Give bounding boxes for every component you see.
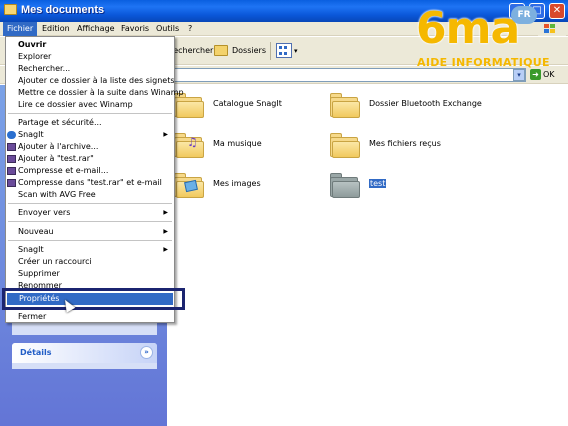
pictures-folder-icon	[173, 169, 205, 199]
menu-item-add-archive[interactable]: Ajouter à l'archive...	[6, 141, 174, 153]
folder-item[interactable]: Dossier Bluetooth Exchange	[329, 85, 529, 125]
toolbar-separator	[270, 42, 271, 60]
menu-outils[interactable]: Outils	[152, 22, 183, 36]
file-menu: Ouvrir Explorer Rechercher... Ajouter ce…	[5, 36, 184, 323]
folders-icon	[214, 45, 228, 56]
window-title: Mes documents	[21, 4, 105, 16]
submenu-arrow-icon: ▶	[163, 228, 168, 235]
menu-item-close[interactable]: Fermer	[6, 311, 174, 323]
submenu-arrow-icon: ▶	[163, 246, 168, 253]
menu-item-new[interactable]: Nouveau ▶	[6, 226, 174, 238]
folder-icon	[329, 89, 361, 119]
menu-separator	[8, 221, 172, 222]
winrar-icon	[7, 155, 16, 163]
folder-icon	[4, 4, 17, 15]
folder-icon	[329, 169, 361, 199]
menu-item-compress-email[interactable]: Compresse et e-mail...	[6, 165, 174, 177]
folder-icon	[329, 129, 361, 159]
menu-item-label: Envoyer vers	[18, 208, 71, 217]
menu-item-play-winamp[interactable]: Lire ce dossier avec Winamp	[6, 99, 174, 111]
menu-item-compress-test-email[interactable]: Compresse dans "test.rar" et e-mail	[6, 177, 174, 189]
folder-item-selected[interactable]: test	[329, 165, 449, 205]
menu-item-send-to[interactable]: Envoyer vers ▶	[6, 207, 174, 219]
winrar-icon	[7, 143, 16, 151]
folder-label: Ma musique	[213, 139, 262, 148]
chevron-down-icon: ▾	[294, 47, 298, 55]
menu-item-sharing[interactable]: Partage et sécurité...	[6, 117, 174, 129]
folder-item[interactable]: Catalogue SnagIt	[173, 85, 323, 125]
menu-item-snagit[interactable]: SnagIt ▶	[6, 129, 174, 141]
watermark-badge: FR	[511, 6, 537, 24]
file-view: Catalogue SnagIt Dossier Bluetooth Excha…	[167, 85, 568, 426]
menu-fichier[interactable]: Fichier	[3, 22, 38, 36]
folders-button[interactable]: Dossiers	[214, 42, 266, 60]
menu-separator	[8, 240, 172, 241]
watermark-logo-text: 6ma	[416, 3, 520, 54]
watermark-tagline: AIDE INFORMATIQUE	[417, 56, 550, 69]
menu-item-add-test-rar[interactable]: Ajouter à "test.rar"	[6, 153, 174, 165]
music-folder-icon: ♫	[173, 129, 205, 159]
winrar-icon	[7, 179, 16, 187]
submenu-arrow-icon: ▶	[163, 131, 168, 138]
details-header[interactable]: Détails »	[12, 343, 157, 363]
details-panel: Détails »	[12, 343, 157, 369]
folder-item[interactable]: Mes fichiers reçus	[329, 125, 529, 165]
watermark-logo: 6ma FR AIDE INFORMATIQUE	[413, 6, 563, 76]
submenu-arrow-icon: ▶	[163, 209, 168, 216]
menu-help[interactable]: ?	[184, 22, 196, 36]
menu-separator	[8, 113, 172, 114]
menu-item-label: Compresse et e-mail...	[18, 166, 109, 175]
details-label: Détails	[20, 348, 52, 357]
folder-item[interactable]: Mes images	[173, 165, 323, 205]
folder-label: Catalogue SnagIt	[213, 99, 282, 108]
folder-label: test	[369, 179, 387, 188]
folder-label: Dossier Bluetooth Exchange	[369, 99, 482, 108]
menu-item-search[interactable]: Rechercher...	[6, 63, 174, 75]
menu-item-open[interactable]: Ouvrir	[6, 39, 174, 51]
folder-label: Mes images	[213, 179, 261, 188]
menu-item-snagit-2[interactable]: SnagIt ▶	[6, 244, 174, 256]
menu-item-label: Ajouter à l'archive...	[18, 142, 99, 151]
menu-separator	[8, 203, 172, 204]
folder-label: Mes fichiers reçus	[369, 139, 441, 148]
menu-item-delete[interactable]: Supprimer	[6, 268, 174, 280]
menu-item-label: SnagIt	[18, 245, 44, 254]
menu-affichage[interactable]: Affichage	[73, 22, 119, 36]
menu-item-label: Ajouter à "test.rar"	[18, 154, 94, 163]
highlight-box	[2, 288, 185, 310]
winrar-icon	[7, 167, 16, 175]
chevron-down-icon[interactable]: »	[140, 346, 153, 359]
snagit-icon	[7, 131, 16, 139]
menu-item-label: Nouveau	[18, 227, 54, 236]
menu-item-add-bookmarks[interactable]: Ajouter ce dossier à la liste des signet…	[6, 75, 175, 87]
folders-label: Dossiers	[232, 46, 266, 55]
menu-edition[interactable]: Edition	[38, 22, 74, 36]
menu-item-explore[interactable]: Explorer	[6, 51, 174, 63]
menu-item-scan-avg[interactable]: Scan with AVG Free	[6, 189, 174, 201]
views-icon	[276, 43, 292, 58]
menu-item-label: SnagIt	[18, 130, 44, 139]
menu-item-create-shortcut[interactable]: Créer un raccourci	[6, 256, 174, 268]
views-button[interactable]: ▾	[275, 42, 301, 60]
menu-item-label: Compresse dans "test.rar" et e-mail	[18, 178, 162, 187]
folder-item[interactable]: ♫ Ma musique	[173, 125, 323, 165]
menu-item-enqueue-winamp[interactable]: Mettre ce dossier à la suite dans Winamp	[6, 87, 184, 99]
menu-favoris[interactable]: Favoris	[117, 22, 153, 36]
